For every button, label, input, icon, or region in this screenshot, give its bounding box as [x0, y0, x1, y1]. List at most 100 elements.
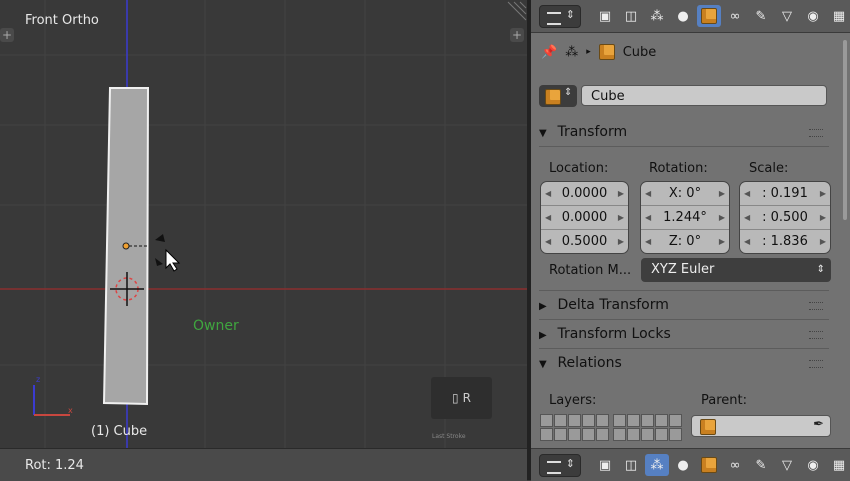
transform-panel-header[interactable]: ▼ Transform	[539, 119, 829, 145]
divider	[539, 146, 829, 147]
scrollbar[interactable]	[843, 40, 847, 220]
context-breadcrumb: 📌 ⁂ ▸ Cube	[541, 44, 656, 60]
editor-type-button[interactable]	[539, 5, 581, 28]
rotation-fields: ◀ X: 0° ▶ ◀ 1.244° ▶ ◀ Z: 0° ▶	[640, 181, 730, 254]
location-label: Location:	[549, 161, 609, 176]
location-y-field[interactable]: ◀ 0.0000 ▶	[541, 206, 628, 230]
modifiers-icon[interactable]: ✎	[749, 454, 773, 476]
location-fields: ◀ 0.0000 ▶ ◀ 0.0000 ▶ ◀ 0.5000 ▶	[540, 181, 629, 254]
divider	[539, 319, 829, 320]
collapse-triangle-icon: ▶	[539, 330, 547, 341]
parent-field[interactable]: ✒	[691, 415, 831, 437]
mouse-pointer-icon	[165, 248, 181, 272]
rotation-mode-value: XYZ Euler	[651, 262, 715, 277]
grip-icon[interactable]	[809, 129, 823, 137]
relations-title: Relations	[557, 355, 622, 371]
layers-label: Layers:	[549, 393, 597, 408]
data-icon[interactable]: ▽	[775, 5, 799, 27]
material-icon[interactable]: ◉	[801, 5, 825, 27]
data-icon[interactable]: ▽	[775, 454, 799, 476]
location-z-field[interactable]: ◀ 0.5000 ▶	[541, 230, 628, 253]
delta-transform-title: Delta Transform	[557, 297, 669, 313]
modifiers-icon[interactable]: ✎	[749, 5, 773, 27]
eyedropper-icon[interactable]: ✒	[813, 417, 824, 432]
scale-fields: ◀: 0.191 ▶ ◀: 0.500 ▶ ◀: 1.836 ▶	[739, 181, 831, 254]
status-bar: Rot: 1.24	[0, 448, 527, 481]
grip-icon[interactable]	[809, 331, 823, 339]
svg-text:x: x	[68, 406, 73, 415]
texture-icon[interactable]: ▦	[827, 454, 850, 476]
status-text: Rot: 1.24	[25, 458, 84, 473]
dropdown-arrow-icon: ⇕	[816, 264, 825, 275]
breadcrumb-arrow-icon: ▸	[586, 47, 591, 57]
constraints-icon[interactable]: ∞	[723, 454, 747, 476]
properties-footer-header: ▣ ◫ ⁂ ● ∞ ✎ ▽ ◉ ▦	[531, 448, 850, 481]
collapse-triangle-icon: ▶	[539, 301, 547, 312]
owner-label: Owner	[193, 318, 239, 334]
rotate-arrows-icon	[155, 234, 165, 266]
rotation-mode-dropdown[interactable]: XYZ Euler ⇕	[641, 258, 831, 282]
active-object-label: (1) Cube	[91, 424, 148, 439]
key-icon: ▯	[452, 391, 459, 405]
location-x-field[interactable]: ◀ 0.0000 ▶	[541, 182, 628, 206]
scene-icon[interactable]: ⁂	[645, 5, 669, 27]
render-icon[interactable]: ▣	[593, 454, 617, 476]
object-browse-button[interactable]: ⇕	[539, 85, 577, 107]
layers-icon[interactable]: ◫	[619, 454, 643, 476]
object-icon[interactable]	[697, 454, 721, 476]
transform-title: Transform	[557, 124, 628, 140]
updown-arrow-icon: ⇕	[564, 87, 573, 98]
texture-icon[interactable]: ▦	[827, 5, 850, 27]
material-icon[interactable]: ◉	[801, 454, 825, 476]
properties-editor: ▣ ◫ ⁂ ● ∞ ✎ ▽ ◉ ▦ 📌 ⁂ ▸ Cube ⇕ Cube ▼ Tr…	[531, 0, 850, 481]
cube-icon	[700, 419, 716, 435]
rotation-y-field[interactable]: ◀ 1.244° ▶	[641, 206, 729, 230]
scene-icon[interactable]: ⁂	[645, 454, 669, 476]
world-icon[interactable]: ●	[671, 454, 695, 476]
transform-locks-panel-header[interactable]: ▶ Transform Locks	[539, 321, 829, 347]
transform-locks-title: Transform Locks	[557, 326, 671, 342]
object-name-field[interactable]: Cube	[581, 85, 827, 106]
pin-icon[interactable]: 📌	[541, 45, 557, 60]
layers-grid-a[interactable]	[540, 414, 609, 441]
expand-triangle-icon: ▼	[539, 128, 547, 139]
key-display-box: ▯ R	[431, 377, 492, 419]
add-region-left-icon[interactable]: +	[0, 28, 14, 42]
world-icon[interactable]: ●	[671, 5, 695, 27]
scale-x-field[interactable]: ◀: 0.191 ▶	[740, 182, 830, 206]
object-icon[interactable]	[697, 5, 721, 27]
context-tabs: ▣ ◫ ⁂ ● ∞ ✎ ▽ ◉ ▦	[593, 5, 850, 27]
layers-icon[interactable]: ◫	[619, 5, 643, 27]
object-origin	[122, 242, 130, 250]
properties-header: ▣ ◫ ⁂ ● ∞ ✎ ▽ ◉ ▦	[531, 0, 850, 33]
svg-text:z: z	[36, 375, 40, 384]
layers-grid-b[interactable]	[613, 414, 682, 441]
add-region-right-icon[interactable]: +	[510, 28, 524, 42]
constraints-icon[interactable]: ∞	[723, 5, 747, 27]
scale-z-field[interactable]: ◀: 1.836 ▶	[740, 230, 830, 253]
rotation-z-field[interactable]: ◀ Z: 0° ▶	[641, 230, 729, 253]
context-object-name: Cube	[622, 44, 657, 60]
3d-viewport[interactable]: z x Front Ortho + + Owner ▯ R Last Strok…	[0, 0, 527, 448]
cube-icon	[545, 89, 561, 105]
divider	[539, 290, 829, 291]
key-label: R	[462, 391, 471, 405]
object-name-row: ⇕ Cube	[539, 85, 829, 108]
expand-triangle-icon: ▼	[539, 359, 547, 370]
rotation-label: Rotation:	[649, 161, 708, 176]
rotation-mode-label: Rotation M...	[549, 263, 632, 278]
editor-type-button-bottom[interactable]	[539, 454, 581, 477]
view-label: Front Ortho	[25, 13, 99, 28]
delta-transform-panel-header[interactable]: ▶ Delta Transform	[539, 292, 829, 318]
rotation-x-field[interactable]: ◀ X: 0° ▶	[641, 182, 729, 206]
render-icon[interactable]: ▣	[593, 5, 617, 27]
divider	[539, 348, 829, 349]
parent-label: Parent:	[701, 393, 747, 408]
context-tabs-bottom: ▣ ◫ ⁂ ● ∞ ✎ ▽ ◉ ▦	[593, 454, 850, 476]
grip-icon[interactable]	[809, 360, 823, 368]
relations-panel-header[interactable]: ▼ Relations	[539, 350, 829, 376]
scale-y-field[interactable]: ◀: 0.500 ▶	[740, 206, 830, 230]
grip-icon[interactable]	[809, 302, 823, 310]
key-hint-caption: Last Stroke	[432, 433, 466, 440]
object-context-icon	[598, 44, 615, 60]
